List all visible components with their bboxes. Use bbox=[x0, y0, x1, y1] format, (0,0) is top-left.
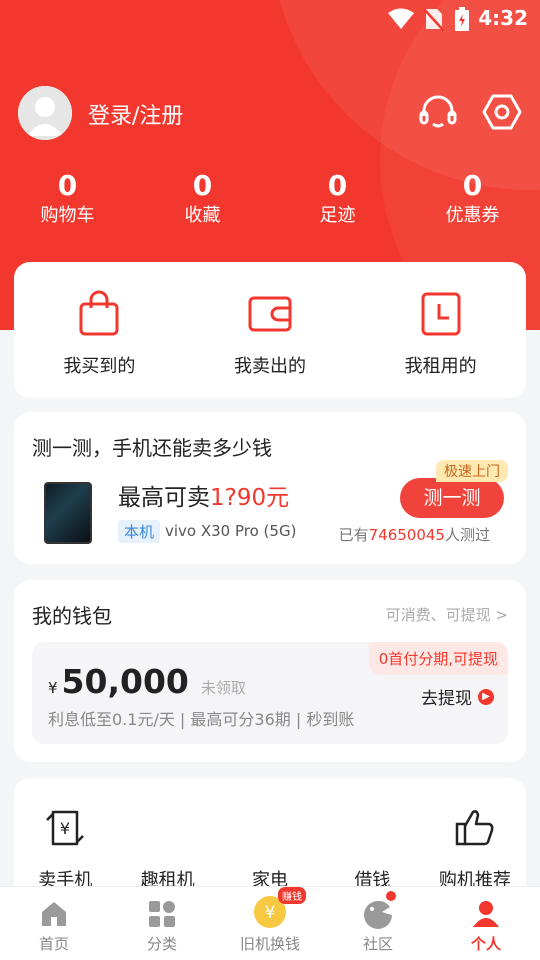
max-sell-price: 最高可卖1?90元 bbox=[118, 478, 289, 512]
status-bar: 4:32 bbox=[0, 0, 540, 36]
clock-icon bbox=[421, 292, 461, 336]
tab-trade-in[interactable]: ¥ 赚钱 旧机换钱 bbox=[216, 887, 324, 960]
wallet-icon bbox=[248, 296, 292, 332]
sell-phone-icon: ¥ bbox=[46, 810, 85, 846]
device-model: vivo X30 Pro (5G) bbox=[165, 522, 297, 540]
installment-badge: 0首付分期,可提现 bbox=[368, 642, 508, 675]
withdraw-button[interactable]: 去提现 ▶ bbox=[421, 684, 494, 709]
wallet-title: 我的钱包 bbox=[32, 604, 112, 628]
stat-value: 0 bbox=[192, 169, 213, 202]
valuation-title: 测一测，手机还能卖多少钱 bbox=[32, 436, 272, 460]
tab-profile[interactable]: 个人 bbox=[432, 887, 540, 960]
headset-icon[interactable] bbox=[418, 92, 458, 132]
order-sold[interactable]: 我卖出的 bbox=[185, 262, 356, 398]
service-icon-placeholder bbox=[146, 806, 190, 850]
battery-icon bbox=[455, 7, 469, 31]
tested-suffix: 人测过 bbox=[444, 526, 490, 544]
tab-label: 分类 bbox=[146, 935, 177, 953]
wallet-more-link[interactable]: 可消费、可提现 > bbox=[386, 604, 508, 625]
order-label: 我卖出的 bbox=[234, 356, 306, 377]
order-label: 我买到的 bbox=[63, 356, 136, 377]
tab-home[interactable]: 首页 bbox=[0, 887, 108, 960]
test-button[interactable]: 测一测 bbox=[400, 478, 504, 518]
credit-amount: ¥ 50,000 未领取 bbox=[48, 662, 246, 701]
wallet-loan-panel[interactable]: ¥ 50,000 未领取 利息低至0.1元/天 | 最高可分36期 | 秒到账 … bbox=[32, 642, 508, 744]
price-value: 1?90元 bbox=[210, 485, 290, 511]
phone-valuation-card[interactable]: 测一测，手机还能卖多少钱 最高可卖1?90元 本机 vivo X30 Pro (… bbox=[14, 412, 526, 564]
svg-text:¥: ¥ bbox=[265, 903, 276, 923]
tab-label: 个人 bbox=[470, 935, 501, 953]
stat-value: 0 bbox=[57, 169, 78, 202]
stat-cart[interactable]: 0 购物车 bbox=[0, 168, 135, 228]
stat-label: 优惠券 bbox=[445, 205, 500, 226]
tab-category[interactable]: 分类 bbox=[108, 887, 216, 960]
clock-time: 4:32 bbox=[478, 6, 528, 30]
stat-label: 收藏 bbox=[184, 205, 221, 226]
tested-number: 74650045 bbox=[368, 526, 445, 544]
login-register-link[interactable]: 登录/注册 bbox=[88, 98, 183, 130]
community-icon bbox=[364, 900, 392, 929]
stat-value: 0 bbox=[462, 169, 483, 202]
bottom-tab-bar: 首页 分类 ¥ 赚钱 旧机换钱 社区 个人 bbox=[0, 886, 540, 960]
stat-coupons[interactable]: 0 优惠券 bbox=[405, 168, 540, 228]
tab-label: 社区 bbox=[362, 935, 393, 953]
earn-badge: 赚钱 bbox=[278, 887, 306, 904]
fast-pickup-badge: 极速上门 bbox=[436, 460, 508, 482]
orders-card: 我买到的 我卖出的 我租用的 bbox=[14, 262, 526, 398]
phone-image bbox=[44, 482, 92, 544]
wifi-icon bbox=[388, 8, 414, 29]
withdraw-label: 去提现 bbox=[421, 689, 472, 709]
stat-history[interactable]: 0 足迹 bbox=[270, 168, 405, 228]
loan-description: 利息低至0.1元/天 | 最高可分36期 | 秒到账 bbox=[48, 710, 355, 729]
tab-label: 首页 bbox=[38, 935, 69, 953]
amount-value: 50,000 bbox=[61, 662, 189, 701]
user-silhouette-icon bbox=[18, 86, 72, 140]
arrow-right-icon: ▶ bbox=[478, 688, 494, 705]
stat-value: 0 bbox=[327, 169, 348, 202]
price-prefix: 最高可卖 bbox=[118, 485, 210, 511]
category-icon bbox=[149, 901, 175, 927]
device-tag: 本机 bbox=[118, 520, 161, 543]
notification-dot bbox=[386, 891, 396, 901]
currency-symbol: ¥ bbox=[48, 679, 58, 697]
stat-favorites[interactable]: 0 收藏 bbox=[135, 168, 270, 228]
stats-row: 0 购物车 0 收藏 0 足迹 0 优惠券 bbox=[0, 168, 540, 228]
order-rented[interactable]: 我租用的 bbox=[355, 262, 526, 398]
avatar[interactable] bbox=[18, 86, 72, 140]
shopping-bag-icon bbox=[79, 290, 119, 336]
tested-count: 已有74650045人测过 bbox=[339, 524, 490, 545]
stat-label: 足迹 bbox=[319, 205, 356, 226]
svg-text:¥: ¥ bbox=[60, 819, 70, 838]
wallet-card: 我的钱包 可消费、可提现 > ¥ 50,000 未领取 利息低至0.1元/天 |… bbox=[14, 580, 526, 762]
service-icon-placeholder bbox=[248, 806, 292, 850]
order-bought[interactable]: 我买到的 bbox=[14, 262, 185, 398]
amount-status: 未领取 bbox=[200, 679, 246, 697]
no-sim-icon bbox=[424, 8, 444, 31]
tab-community[interactable]: 社区 bbox=[324, 887, 432, 960]
service-icon-placeholder bbox=[350, 806, 394, 850]
thumbs-up-icon bbox=[455, 810, 494, 846]
home-icon bbox=[42, 902, 66, 926]
order-label: 我租用的 bbox=[404, 356, 477, 377]
tested-prefix: 已有 bbox=[338, 526, 369, 544]
tab-label: 旧机换钱 bbox=[239, 935, 300, 953]
settings-icon[interactable] bbox=[482, 92, 522, 132]
person-icon bbox=[473, 901, 499, 927]
stat-label: 购物车 bbox=[40, 205, 95, 226]
